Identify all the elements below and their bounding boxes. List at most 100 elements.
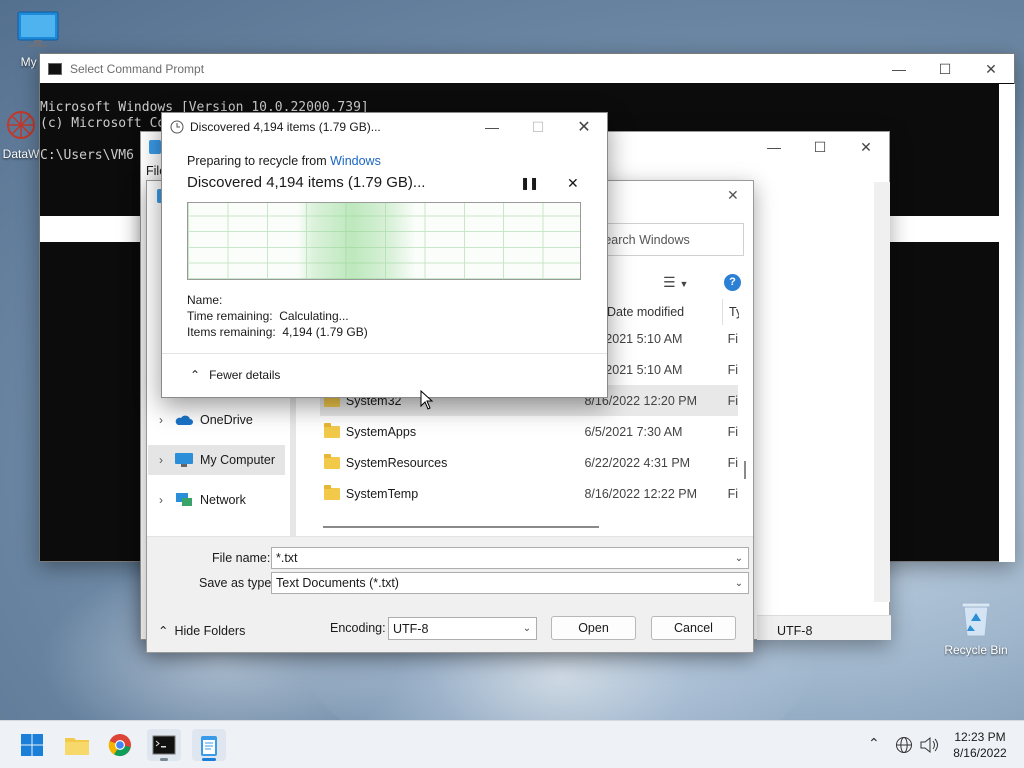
taskbar-notepad[interactable]	[192, 729, 226, 761]
column-header-date[interactable]: Date modified	[607, 299, 725, 325]
file-name: SystemTemp	[345, 486, 419, 501]
hide-folders-button[interactable]: ⌃ Hide Folders	[158, 623, 246, 639]
file-explorer-icon	[65, 738, 89, 755]
chevron-up-icon: ⌃	[190, 368, 201, 382]
file-type: Fi	[727, 486, 738, 501]
file-date: 8/16/2022 12:22 PM	[584, 486, 698, 501]
chrome-icon	[108, 734, 131, 757]
chevron-down-icon[interactable]: ⌄	[730, 578, 748, 589]
desktop-icon-label: DataW	[2, 147, 40, 161]
taskbar-file-explorer[interactable]	[60, 729, 94, 761]
time-remaining-label: Time remaining:	[187, 309, 273, 323]
datawave-icon	[7, 111, 35, 139]
chevron-right-icon[interactable]: ›	[148, 493, 174, 507]
file-type: Fi	[727, 362, 738, 377]
cmd-app-icon	[48, 63, 62, 75]
encoding-label: Encoding:	[330, 621, 386, 635]
cmd-scrollbar[interactable]	[999, 84, 1015, 562]
minimize-button[interactable]: —	[876, 54, 922, 84]
encoding-select[interactable]: UTF-8 ⌄	[388, 617, 537, 640]
notepad-scrollbar[interactable]	[874, 182, 890, 602]
file-name-value: *.txt	[276, 551, 298, 565]
clock-icon	[170, 120, 184, 134]
terminal-icon	[152, 735, 176, 755]
chevron-down-icon[interactable]: ⌄	[730, 553, 748, 564]
progress-window-controls: — ☐ ✕	[469, 113, 607, 141]
globe-icon[interactable]	[895, 736, 913, 754]
progress-heading: Discovered 4,194 items (1.79 GB)...	[187, 174, 426, 191]
start-button[interactable]	[15, 729, 49, 761]
preparing-prefix: Preparing to recycle from	[187, 154, 327, 168]
status-encoding: UTF-8	[757, 615, 891, 640]
file-date: 6/5/2021 7:30 AM	[584, 424, 683, 439]
close-button[interactable]: ✕	[968, 54, 1014, 84]
desktop-icon-recycle-bin[interactable]: Recycle Bin	[944, 598, 1008, 657]
nav-item-label: Network	[200, 493, 246, 507]
maximize-button[interactable]: ☐	[922, 54, 968, 84]
taskbar-chrome[interactable]	[103, 729, 137, 761]
progress-title: Discovered 4,194 items (1.79 GB)...	[190, 120, 381, 134]
open-button[interactable]: Open	[551, 616, 636, 640]
running-indicator	[160, 758, 168, 761]
nav-item-label: OneDrive	[200, 413, 253, 427]
file-name-label: File name:	[212, 551, 271, 565]
file-row[interactable]: SystemTemp 8/16/2022 12:22 PM Fi	[320, 478, 738, 509]
file-type: Fi	[727, 393, 738, 408]
volume-icon[interactable]	[919, 736, 939, 754]
file-row[interactable]: SystemResources 6/22/2022 4:31 PM Fi	[320, 447, 738, 478]
maximize-button[interactable]: ☐	[797, 132, 843, 162]
taskbar: ⌃ 12:23 PM 8/16/2022	[0, 720, 1024, 768]
chevron-up-icon: ⌃	[158, 624, 169, 638]
file-name-input[interactable]: *.txt ⌄	[271, 547, 749, 569]
items-remaining-value: 4,194 (1.79 GB)	[282, 325, 368, 339]
taskbar-terminal[interactable]	[147, 729, 181, 761]
progress-titlebar[interactable]: Discovered 4,194 items (1.79 GB)... — ☐ …	[162, 113, 607, 141]
progress-divider	[162, 353, 607, 354]
network-icon	[176, 493, 192, 506]
file-list-scrollbar[interactable]	[739, 301, 751, 521]
source-folder-link[interactable]: Windows	[330, 154, 381, 168]
nav-item-onedrive[interactable]: › OneDrive	[148, 405, 288, 435]
cancel-operation-icon[interactable]: ✕	[567, 175, 579, 192]
close-button[interactable]: ✕	[561, 113, 607, 141]
cmd-titlebar[interactable]: Select Command Prompt — ☐ ✕	[40, 54, 1014, 84]
minimize-button[interactable]: —	[469, 113, 515, 141]
notepad-icon	[201, 736, 217, 756]
recycle-bin-icon	[961, 602, 991, 637]
nav-item-label: My Computer	[200, 453, 276, 467]
cmd-title: Select Command Prompt	[70, 62, 205, 76]
maximize-button: ☐	[531, 118, 545, 135]
hide-folders-label: Hide Folders	[174, 623, 246, 638]
speed-graph	[187, 202, 581, 280]
chevron-right-icon[interactable]: ›	[148, 413, 174, 427]
progress-details: Name: Time remaining: Calculating... Ite…	[187, 292, 368, 340]
file-type: Fi	[727, 331, 738, 346]
nav-item-network[interactable]: › Network	[148, 485, 288, 515]
folder-icon	[324, 453, 340, 469]
desktop-icon-datawave[interactable]: DataW	[0, 108, 42, 161]
file-list-hscrollbar[interactable]	[323, 526, 599, 528]
column-header-date-label: Date modified	[607, 305, 685, 319]
clock[interactable]: 12:23 PM 8/16/2022	[945, 729, 1015, 761]
running-indicator	[202, 758, 216, 761]
pause-icon[interactable]: ❚❚	[520, 176, 539, 190]
close-button[interactable]: ✕	[843, 132, 889, 162]
chevron-up-icon[interactable]: ⌃	[868, 735, 880, 752]
clock-time: 12:23 PM	[954, 730, 1006, 744]
view-options-icon[interactable]: ☰ ▼	[663, 274, 688, 291]
nav-item-my-computer[interactable]: › My Computer	[148, 445, 285, 475]
chevron-right-icon[interactable]: ›	[148, 453, 174, 467]
cmd-window-controls: — ☐ ✕	[876, 54, 1014, 84]
folder-icon	[324, 484, 340, 500]
chevron-down-icon[interactable]: ⌄	[518, 623, 536, 634]
monitor-icon	[17, 11, 59, 47]
save-as-type-select[interactable]: Text Documents (*.txt) ⌄	[271, 572, 749, 594]
file-row[interactable]: SystemApps 6/5/2021 7:30 AM Fi	[320, 416, 738, 447]
cancel-button[interactable]: Cancel	[651, 616, 736, 640]
computer-icon	[175, 453, 193, 467]
close-icon[interactable]: ✕	[727, 187, 739, 204]
help-icon[interactable]: ?	[724, 274, 741, 291]
minimize-button[interactable]: —	[751, 132, 797, 162]
search-input[interactable]: Search Windows	[591, 223, 744, 256]
fewer-details-button[interactable]: ⌃ Fewer details	[190, 368, 280, 382]
